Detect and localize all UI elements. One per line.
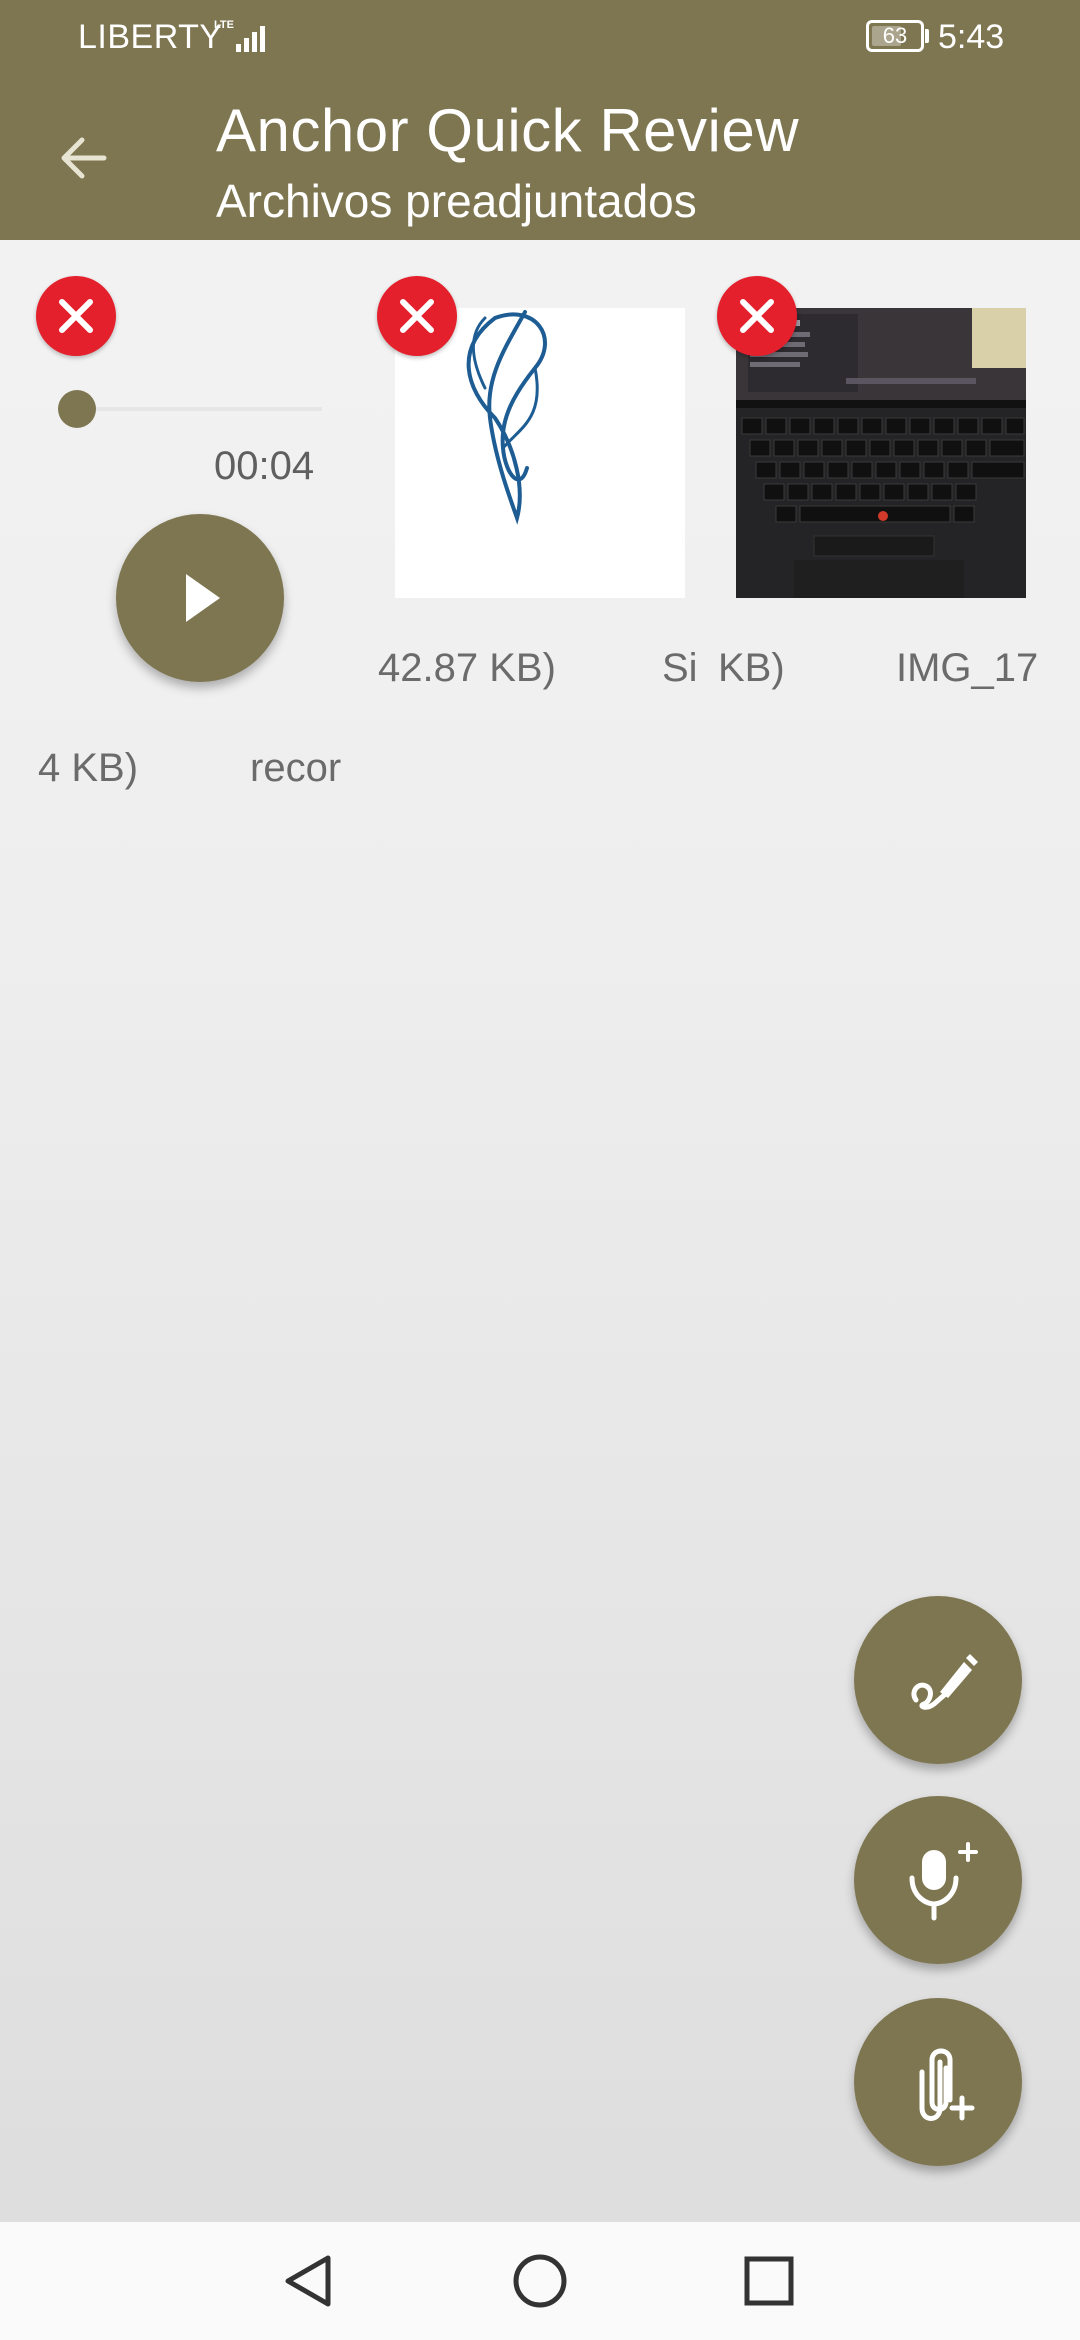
nav-back-button[interactable]	[264, 2236, 354, 2326]
audio-elapsed-time: 00:04	[214, 444, 315, 488]
circle-home-icon	[513, 2254, 567, 2308]
paperclip-plus-icon	[919, 2048, 975, 2121]
app-bar: LIBERTY LTE 63 5:43 Anchor Quick Review …	[0, 0, 1080, 240]
play-button[interactable]	[116, 514, 284, 682]
clock: 5:43	[938, 18, 1005, 56]
add-recording-button[interactable]	[854, 1796, 1022, 1964]
signal-icon: LTE	[214, 19, 265, 52]
page-subtitle: Archivos preadjuntados	[216, 175, 697, 227]
close-icon	[400, 299, 434, 333]
remove-signature-button[interactable]	[377, 276, 457, 356]
signature-pen-icon	[911, 1654, 978, 1710]
arrow-left-icon	[61, 137, 107, 179]
audio-name-caption: recor	[250, 746, 342, 790]
square-recents-icon	[744, 2256, 794, 2306]
play-icon	[186, 574, 220, 622]
svg-text:LTE: LTE	[214, 19, 234, 31]
battery-level: 63	[882, 23, 908, 48]
battery-icon: 63	[866, 20, 924, 52]
close-icon	[740, 299, 774, 333]
carrier-label: LIBERTY	[78, 18, 223, 56]
remove-audio-button[interactable]	[36, 276, 116, 356]
audio-seekbar[interactable]	[76, 407, 322, 411]
close-icon	[59, 299, 93, 333]
nav-recents-button[interactable]	[724, 2236, 814, 2326]
back-button[interactable]	[44, 120, 124, 200]
nav-home-button[interactable]	[495, 2236, 585, 2326]
add-attachment-button[interactable]	[854, 1998, 1022, 2166]
signature-size-fragment: KB)	[718, 646, 785, 690]
signature-name-caption: Si	[662, 646, 696, 690]
remove-photo-button[interactable]	[717, 276, 797, 356]
audio-size-caption: 4 KB)	[38, 746, 139, 790]
add-signature-button[interactable]	[854, 1596, 1022, 1764]
signature-size-caption: 42.87 KB)	[378, 646, 556, 690]
audio-seekbar-thumb[interactable]	[58, 390, 96, 428]
microphone-plus-icon	[909, 1842, 978, 1921]
page-title: Anchor Quick Review	[216, 97, 800, 164]
triangle-back-icon	[285, 2255, 331, 2307]
status-bar: LIBERTY LTE 63 5:43	[0, 0, 1080, 72]
photo-name-caption: IMG_17	[896, 646, 1039, 690]
system-nav-bar	[0, 2222, 1080, 2340]
